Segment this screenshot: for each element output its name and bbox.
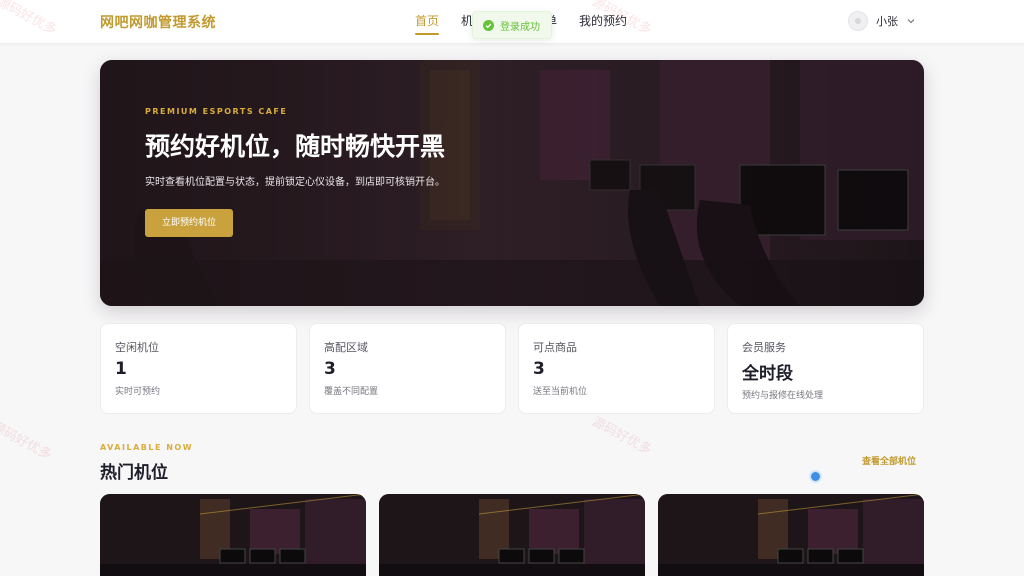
seat-card[interactable] (658, 494, 924, 576)
hero-banner: PREMIUM ESPORTS CAFE 预约好机位，随时畅快开黑 实时查看机位… (100, 60, 924, 306)
stat-note: 覆盖不同配置 (324, 387, 379, 397)
cursor-dot (809, 470, 822, 483)
book-seat-button[interactable]: 立即预约机位 (145, 209, 233, 237)
brand-title[interactable]: 网吧网咖管理系统 (100, 12, 216, 32)
check-circle-icon (483, 19, 494, 31)
stat-card-free-seats: 空闲机位 1 实时可预约 (100, 323, 297, 414)
stat-note: 预约与报修在线处理 (742, 391, 824, 401)
view-all-seats-link[interactable]: 查看全部机位 (862, 454, 916, 467)
stat-label: 会员服务 (742, 341, 786, 354)
stat-note: 送至当前机位 (533, 387, 588, 397)
stat-value: 全时段 (742, 364, 793, 384)
stat-value: 1 (115, 359, 127, 379)
stat-label: 空闲机位 (115, 341, 159, 354)
toast-message: 登录成功 (500, 21, 540, 33)
avatar[interactable] (848, 11, 868, 31)
stat-label: 高配区域 (324, 341, 368, 354)
success-toast: 登录成功 (472, 11, 552, 39)
stat-card-member-service: 会员服务 全时段 预约与报修在线处理 (727, 323, 924, 414)
nav-home[interactable]: 首页 (415, 0, 440, 43)
watermark: 源码好优多 (0, 419, 54, 464)
stat-value: 3 (324, 359, 336, 379)
nav-my-bookings[interactable]: 我的预约 (579, 0, 627, 43)
hero-kicker: PREMIUM ESPORTS CAFE (145, 107, 288, 116)
stat-card-products: 可点商品 3 送至当前机位 (518, 323, 715, 414)
user-menu[interactable]: 小张 (848, 10, 916, 32)
section-title: 热门机位 (100, 463, 168, 483)
hero-description: 实时查看机位配置与状态，提前锁定心仪设备，到店即可核销开台。 (145, 177, 445, 188)
hero-title: 预约好机位，随时畅快开黑 (145, 132, 446, 161)
stat-note: 实时可预约 (115, 387, 161, 397)
user-name[interactable]: 小张 (876, 13, 898, 29)
watermark: 源码好优多 (589, 414, 654, 459)
seat-image (379, 494, 645, 576)
seat-card[interactable] (100, 494, 366, 576)
seat-card[interactable] (379, 494, 645, 576)
stat-label: 可点商品 (533, 341, 577, 354)
stat-card-premium-zones: 高配区域 3 覆盖不同配置 (309, 323, 506, 414)
seat-image (658, 494, 924, 576)
chevron-down-icon[interactable] (906, 16, 916, 26)
stat-value: 3 (533, 359, 545, 379)
section-kicker: AVAILABLE NOW (100, 443, 194, 452)
seat-image (100, 494, 366, 576)
